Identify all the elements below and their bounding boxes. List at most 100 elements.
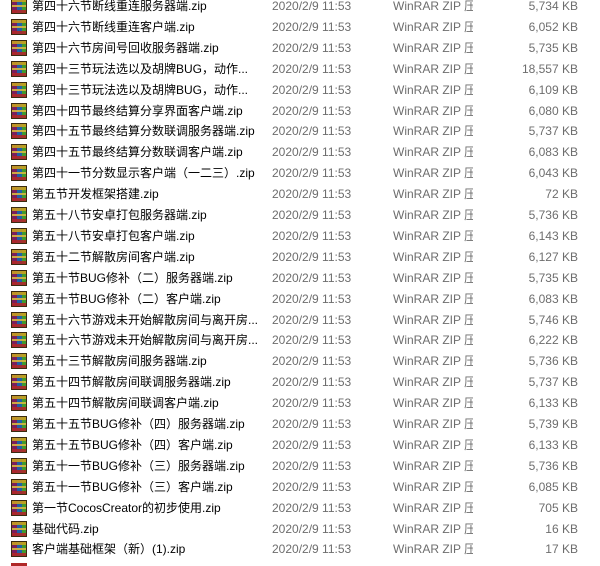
file-row[interactable]: 第五节开发框架搭建.zip 2020/2/9 11:53 WinRAR ZIP 压缩… [0, 183, 600, 204]
file-type: WinRAR ZIP 压缩... [393, 417, 473, 431]
file-row[interactable]: 第四十四节最终结算分享界面客户端.zip 2020/2/9 11:53 WinRAR… [0, 100, 600, 121]
file-date-modified: 2020/2/9 11:53 [272, 312, 352, 327]
file-row[interactable]: 第五十四节解散房间联调客户端.zip 2020/2/9 11:53 WinRAR Z… [0, 392, 600, 413]
file-row[interactable]: 第五十一节BUG修补（三）客户端.zip 2020/2/9 11:53 WinRAR… [0, 476, 600, 497]
file-size: 6,109 KB [528, 82, 578, 97]
file-name: 第四十六节断线重连客户端.zip [32, 19, 195, 34]
file-date-modified: 2020/2/9 11:53 [272, 270, 352, 285]
file-row[interactable]: 第四十一节分数显示客户端（一二三）.zip 2020/2/9 11:53 WinRA… [0, 162, 600, 183]
winrar-zip-icon [11, 374, 27, 391]
file-date-modified: 2020/2/9 11:53 [272, 103, 352, 118]
file-row[interactable]: 第四十六节断线重连服务器端.zip 2020/2/9 11:53 WinRAR ZI… [0, 0, 600, 16]
file-name: 第五十节BUG修补（二）客户端.zip [32, 291, 221, 306]
file-size: 5,736 KB [528, 354, 578, 369]
file-row[interactable]: 第一节CocosCreator的初步使用.zip 2020/2/9 11:53 Wi… [0, 497, 600, 518]
file-name: 第五十三节解散房间服务器端.zip [32, 354, 207, 369]
file-size: 5,737 KB [528, 124, 578, 139]
file-row[interactable]: 第五十六节游戏未开始解散房间与离开房... 2020/2/9 11:53 WinRA… [0, 309, 600, 330]
file-size: 6,085 KB [528, 479, 578, 494]
file-type: WinRAR ZIP 压缩... [393, 61, 473, 76]
file-row[interactable]: 第五十八节安卓打包服务器端.zip 2020/2/9 11:53 WinRAR ZI… [0, 204, 600, 225]
file-row[interactable]: 第五十三节解散房间服务器端.zip 2020/2/9 11:53 WinRAR ZI… [0, 350, 600, 371]
file-row[interactable]: 第四十三节玩法选以及胡牌BUG，动作... 2020/2/9 11:53 WinRA… [0, 79, 600, 100]
file-row[interactable]: 第五十六节游戏未开始解散房间与离开房... 2020/2/9 11:53 WinRA… [0, 329, 600, 350]
file-row[interactable]: 第五十二节解散房间客户端.zip 2020/2/9 11:53 WinRAR ZIP… [0, 246, 600, 267]
winrar-zip-icon [11, 248, 27, 265]
file-name: 第一节CocosCreator的初步使用.zip [32, 500, 221, 515]
file-row[interactable]: 第五十节BUG修补（二）客户端.zip 2020/2/9 11:53 WinRAR … [0, 288, 600, 309]
file-name: 第四十四节最终结算分享界面客户端.zip [32, 103, 243, 118]
file-date-modified: 2020/2/9 11:53 [272, 82, 352, 97]
winrar-zip-icon [11, 269, 27, 286]
winrar-zip-icon [11, 416, 27, 432]
file-name: 第四十三节玩法选以及胡牌BUG，动作... [32, 61, 249, 76]
file-type: WinRAR ZIP 压缩... [393, 458, 473, 473]
winrar-zip-icon [11, 123, 27, 140]
winrar-zip-icon [11, 102, 27, 119]
file-type: WinRAR ZIP 压缩... [393, 166, 473, 181]
file-row[interactable]: 第五十节BUG修补（二）服务器端.zip 2020/2/9 11:53 WinRAR… [0, 267, 600, 288]
winrar-zip-icon [11, 541, 27, 558]
file-name: 第五十五节BUG修补（四）服务器端.zip [32, 417, 245, 431]
winrar-zip-icon [11, 81, 27, 98]
file-row[interactable]: 基础代码.zip 2020/2/9 11:53 WinRAR ZIP 压缩... 16… [0, 518, 600, 539]
file-size: 18,557 KB [521, 61, 578, 76]
winrar-zip-icon [11, 227, 27, 244]
winrar-zip-icon [11, 0, 27, 14]
file-row[interactable]: 第五十一节BUG修补（三）服务器端.zip 2020/2/9 11:53 WinRA… [0, 455, 600, 476]
file-name: 第四十六节断线重连服务器端.zip [32, 0, 207, 13]
file-row[interactable]: 第五十四节解散房间联调服务器端.zip 2020/2/9 11:53 WinRAR … [0, 371, 600, 392]
file-row[interactable]: 第四十五节最终结算分数联调服务器端.zip 2020/2/9 11:53 WinRA… [0, 120, 600, 141]
file-size: 6,083 KB [528, 291, 578, 306]
file-size: 5,735 KB [528, 270, 578, 285]
file-row[interactable]: 第五十五节BUG修补（四）客户端.zip 2020/2/9 11:53 WinRAR… [0, 434, 600, 455]
file-type: WinRAR ZIP 压缩... [393, 542, 473, 557]
file-name: 第五十二节解散房间客户端.zip [32, 249, 195, 264]
file-type: WinRAR ZIP 压缩... [393, 103, 473, 118]
file-row[interactable]: 客户端基础框架（新）(1).zip 2020/2/9 11:53 WinRAR ZI… [0, 538, 600, 559]
file-row[interactable]: 第四十六节断线重连客户端.zip 2020/2/9 11:53 WinRAR ZIP… [0, 16, 600, 37]
file-size: 5,736 KB [528, 458, 578, 473]
file-size: 6,052 KB [528, 19, 578, 34]
file-date-modified: 2020/2/9 11:53 [272, 40, 352, 55]
file-row[interactable]: 第四十六节房间号回收服务器端.zip 2020/2/9 11:53 WinRAR Z… [0, 37, 600, 58]
file-name: 第四十五节最终结算分数联调服务器端.zip [32, 124, 255, 139]
file-type: WinRAR ZIP 压缩... [393, 291, 473, 306]
file-date-modified: 2020/2/9 11:53 [272, 479, 352, 494]
file-name: 第五十六节游戏未开始解散房间与离开房... [32, 312, 259, 327]
file-type: WinRAR ZIP 压缩... [393, 437, 473, 452]
file-type: WinRAR ZIP 压缩... [393, 40, 473, 55]
file-row[interactable]: 第五十五节BUG修补（四）服务器端.zip 2020/2/9 11:53 WinRA… [0, 413, 600, 434]
file-type: WinRAR ZIP 压缩... [393, 187, 473, 202]
file-name: 第五十八节安卓打包服务器端.zip [32, 208, 207, 222]
file-name: 第五十四节解散房间联调客户端.zip [32, 396, 219, 411]
file-size: 6,127 KB [528, 249, 578, 264]
winrar-zip-icon [11, 311, 27, 328]
file-row[interactable]: 第四十三节玩法选以及胡牌BUG，动作... 2020/2/9 11:53 WinRA… [0, 58, 600, 79]
file-name: 第五节开发框架搭建.zip [32, 187, 159, 202]
file-size: 5,734 KB [528, 0, 578, 13]
winrar-zip-icon [11, 18, 27, 35]
winrar-zip-icon [11, 457, 27, 474]
file-type: WinRAR ZIP 压缩... [393, 479, 473, 494]
file-size: 6,083 KB [528, 145, 578, 160]
winrar-zip-icon [11, 395, 27, 412]
file-type: WinRAR ZIP 压缩... [393, 333, 473, 348]
file-name: 第五十节BUG修补（二）服务器端.zip [32, 270, 233, 285]
file-name: 第五十四节解散房间联调服务器端.zip [32, 375, 231, 390]
file-name: 第四十六节房间号回收服务器端.zip [32, 40, 219, 55]
file-size: 5,735 KB [528, 40, 578, 55]
file-name: 第四十五节最终结算分数联调客户端.zip [32, 145, 243, 160]
file-type: WinRAR ZIP 压缩... [393, 208, 473, 222]
file-date-modified: 2020/2/9 11:53 [272, 437, 352, 452]
file-type: WinRAR ZIP 压缩... [393, 500, 473, 515]
file-size: 5,739 KB [528, 417, 578, 431]
file-row[interactable]: 第五十八节安卓打包客户端.zip 2020/2/9 11:53 WinRAR ZIP… [0, 225, 600, 246]
winrar-zip-icon [11, 39, 27, 56]
winrar-zip-icon [11, 165, 27, 182]
winrar-zip-icon [11, 207, 27, 223]
file-name: 第五十五节BUG修补（四）客户端.zip [32, 437, 233, 452]
file-size: 6,043 KB [528, 166, 578, 181]
file-type: WinRAR ZIP 压缩... [393, 249, 473, 264]
file-row[interactable]: 第四十五节最终结算分数联调客户端.zip 2020/2/9 11:53 WinRAR… [0, 141, 600, 162]
